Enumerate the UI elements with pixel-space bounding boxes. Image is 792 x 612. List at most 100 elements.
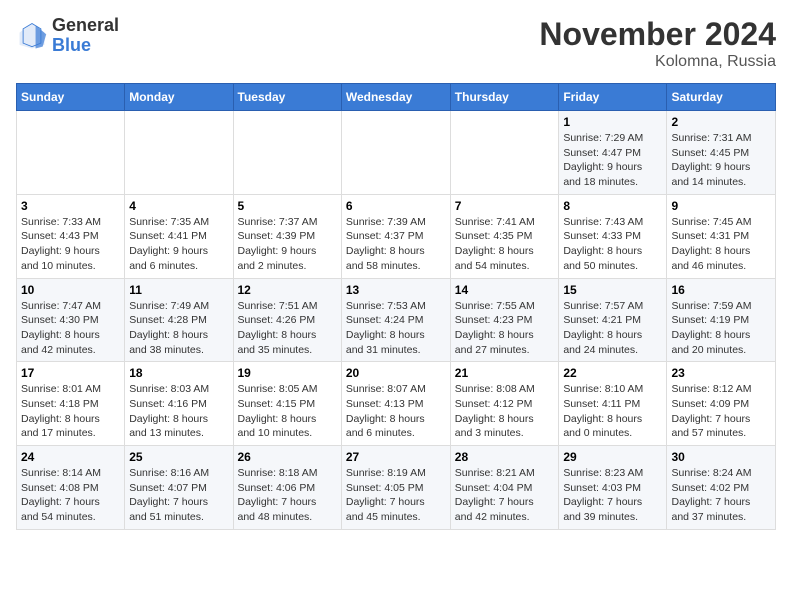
calendar-cell: 25 Sunrise: 8:16 AM Sunset: 4:07 PM Dayli… — [125, 446, 233, 530]
calendar-cell: 30 Sunrise: 8:24 AM Sunset: 4:02 PM Dayli… — [667, 446, 776, 530]
calendar-table: SundayMondayTuesdayWednesdayThursdayFrid… — [16, 83, 776, 530]
logo: General Blue — [16, 16, 119, 56]
day-number: 17 — [21, 366, 120, 380]
calendar-cell: 27 Sunrise: 8:19 AM Sunset: 4:05 PM Dayli… — [341, 446, 450, 530]
day-info: Sunrise: 8:21 AM Sunset: 4:04 PM Dayligh… — [455, 466, 555, 525]
day-info: Sunrise: 8:08 AM Sunset: 4:12 PM Dayligh… — [455, 382, 555, 441]
day-info: Sunrise: 7:35 AM Sunset: 4:41 PM Dayligh… — [129, 215, 228, 274]
day-number: 4 — [129, 199, 228, 213]
day-number: 29 — [563, 450, 662, 464]
calendar-cell: 21 Sunrise: 8:08 AM Sunset: 4:12 PM Dayli… — [450, 362, 559, 446]
day-number: 16 — [671, 283, 771, 297]
calendar-cell: 2Sunrise: 7:31 AM Sunset: 4:45 PM Daylig… — [667, 111, 776, 195]
logo-line2: Blue — [52, 36, 119, 56]
day-number: 24 — [21, 450, 120, 464]
day-number: 27 — [346, 450, 446, 464]
day-info: Sunrise: 7:33 AM Sunset: 4:43 PM Dayligh… — [21, 215, 120, 274]
day-number: 6 — [346, 199, 446, 213]
calendar-cell — [450, 111, 559, 195]
calendar-cell: 3 Sunrise: 7:33 AM Sunset: 4:43 PM Daylig… — [17, 194, 125, 278]
day-info: Sunrise: 7:47 AM Sunset: 4:30 PM Dayligh… — [21, 299, 120, 358]
calendar-cell: 28 Sunrise: 8:21 AM Sunset: 4:04 PM Dayli… — [450, 446, 559, 530]
calendar-cell: 14Sunrise: 7:55 AM Sunset: 4:23 PM Dayli… — [450, 278, 559, 362]
calendar-cell: 1 Sunrise: 7:29 AM Sunset: 4:47 PM Daylig… — [559, 111, 667, 195]
day-info: Sunrise: 8:24 AM Sunset: 4:02 PM Dayligh… — [671, 466, 771, 525]
calendar-week-row: 1 Sunrise: 7:29 AM Sunset: 4:47 PM Daylig… — [17, 111, 776, 195]
calendar-cell — [233, 111, 341, 195]
weekday-header: Thursday — [450, 84, 559, 111]
day-number: 1 — [563, 115, 662, 129]
day-number: 7 — [455, 199, 555, 213]
day-info: Sunrise: 7:29 AM Sunset: 4:47 PM Dayligh… — [563, 131, 662, 190]
calendar-cell: 10 Sunrise: 7:47 AM Sunset: 4:30 PM Dayli… — [17, 278, 125, 362]
calendar-cell: 7 Sunrise: 7:41 AM Sunset: 4:35 PM Daylig… — [450, 194, 559, 278]
day-info: Sunrise: 8:03 AM Sunset: 4:16 PM Dayligh… — [129, 382, 228, 441]
calendar-cell: 8 Sunrise: 7:43 AM Sunset: 4:33 PM Daylig… — [559, 194, 667, 278]
calendar-cell: 18 Sunrise: 8:03 AM Sunset: 4:16 PM Dayli… — [125, 362, 233, 446]
calendar-week-row: 17 Sunrise: 8:01 AM Sunset: 4:18 PM Dayli… — [17, 362, 776, 446]
day-number: 2 — [671, 115, 771, 129]
logo-icon — [16, 20, 48, 52]
day-number: 5 — [238, 199, 337, 213]
calendar-cell: 26Sunrise: 8:18 AM Sunset: 4:06 PM Dayli… — [233, 446, 341, 530]
day-number: 21 — [455, 366, 555, 380]
day-number: 15 — [563, 283, 662, 297]
day-info: Sunrise: 8:12 AM Sunset: 4:09 PM Dayligh… — [671, 382, 771, 441]
day-info: Sunrise: 8:05 AM Sunset: 4:15 PM Dayligh… — [238, 382, 337, 441]
weekday-header: Friday — [559, 84, 667, 111]
calendar-header-row: SundayMondayTuesdayWednesdayThursdayFrid… — [17, 84, 776, 111]
day-number: 19 — [238, 366, 337, 380]
day-number: 8 — [563, 199, 662, 213]
day-info: Sunrise: 8:07 AM Sunset: 4:13 PM Dayligh… — [346, 382, 446, 441]
day-info: Sunrise: 7:51 AM Sunset: 4:26 PM Dayligh… — [238, 299, 337, 358]
day-number: 26 — [238, 450, 337, 464]
title-block: November 2024 Kolomna, Russia — [539, 16, 776, 71]
day-number: 11 — [129, 283, 228, 297]
day-number: 18 — [129, 366, 228, 380]
calendar-cell: 9 Sunrise: 7:45 AM Sunset: 4:31 PM Daylig… — [667, 194, 776, 278]
day-info: Sunrise: 7:43 AM Sunset: 4:33 PM Dayligh… — [563, 215, 662, 274]
day-info: Sunrise: 7:37 AM Sunset: 4:39 PM Dayligh… — [238, 215, 337, 274]
weekday-header: Wednesday — [341, 84, 450, 111]
day-info: Sunrise: 8:16 AM Sunset: 4:07 PM Dayligh… — [129, 466, 228, 525]
calendar-week-row: 3 Sunrise: 7:33 AM Sunset: 4:43 PM Daylig… — [17, 194, 776, 278]
day-info: Sunrise: 8:23 AM Sunset: 4:03 PM Dayligh… — [563, 466, 662, 525]
calendar-cell: 15Sunrise: 7:57 AM Sunset: 4:21 PM Dayli… — [559, 278, 667, 362]
location: Kolomna, Russia — [539, 53, 776, 71]
day-number: 30 — [671, 450, 771, 464]
calendar-cell — [341, 111, 450, 195]
day-info: Sunrise: 7:45 AM Sunset: 4:31 PM Dayligh… — [671, 215, 771, 274]
weekday-header: Monday — [125, 84, 233, 111]
day-info: Sunrise: 7:39 AM Sunset: 4:37 PM Dayligh… — [346, 215, 446, 274]
calendar-cell: 16 Sunrise: 7:59 AM Sunset: 4:19 PM Dayli… — [667, 278, 776, 362]
day-number: 10 — [21, 283, 120, 297]
day-number: 23 — [671, 366, 771, 380]
day-info: Sunrise: 7:41 AM Sunset: 4:35 PM Dayligh… — [455, 215, 555, 274]
day-number: 14 — [455, 283, 555, 297]
day-number: 3 — [21, 199, 120, 213]
calendar-week-row: 24 Sunrise: 8:14 AM Sunset: 4:08 PM Dayli… — [17, 446, 776, 530]
day-number: 9 — [671, 199, 771, 213]
day-info: Sunrise: 7:53 AM Sunset: 4:24 PM Dayligh… — [346, 299, 446, 358]
calendar-cell: 24 Sunrise: 8:14 AM Sunset: 4:08 PM Dayli… — [17, 446, 125, 530]
calendar-cell: 17 Sunrise: 8:01 AM Sunset: 4:18 PM Dayli… — [17, 362, 125, 446]
calendar-cell: 6 Sunrise: 7:39 AM Sunset: 4:37 PM Daylig… — [341, 194, 450, 278]
day-info: Sunrise: 8:10 AM Sunset: 4:11 PM Dayligh… — [563, 382, 662, 441]
calendar-cell: 19 Sunrise: 8:05 AM Sunset: 4:15 PM Dayli… — [233, 362, 341, 446]
calendar-cell — [125, 111, 233, 195]
calendar-cell: 22Sunrise: 8:10 AM Sunset: 4:11 PM Dayli… — [559, 362, 667, 446]
day-number: 28 — [455, 450, 555, 464]
calendar-cell: 5 Sunrise: 7:37 AM Sunset: 4:39 PM Daylig… — [233, 194, 341, 278]
calendar-cell: 20 Sunrise: 8:07 AM Sunset: 4:13 PM Dayli… — [341, 362, 450, 446]
day-number: 25 — [129, 450, 228, 464]
page-header: General Blue November 2024 Kolomna, Russ… — [16, 16, 776, 71]
day-info: Sunrise: 8:14 AM Sunset: 4:08 PM Dayligh… — [21, 466, 120, 525]
calendar-cell: 11Sunrise: 7:49 AM Sunset: 4:28 PM Dayli… — [125, 278, 233, 362]
calendar-cell: 4 Sunrise: 7:35 AM Sunset: 4:41 PM Daylig… — [125, 194, 233, 278]
day-number: 20 — [346, 366, 446, 380]
day-info: Sunrise: 8:19 AM Sunset: 4:05 PM Dayligh… — [346, 466, 446, 525]
day-info: Sunrise: 8:01 AM Sunset: 4:18 PM Dayligh… — [21, 382, 120, 441]
day-info: Sunrise: 7:59 AM Sunset: 4:19 PM Dayligh… — [671, 299, 771, 358]
weekday-header: Sunday — [17, 84, 125, 111]
calendar-cell: 23 Sunrise: 8:12 AM Sunset: 4:09 PM Dayli… — [667, 362, 776, 446]
